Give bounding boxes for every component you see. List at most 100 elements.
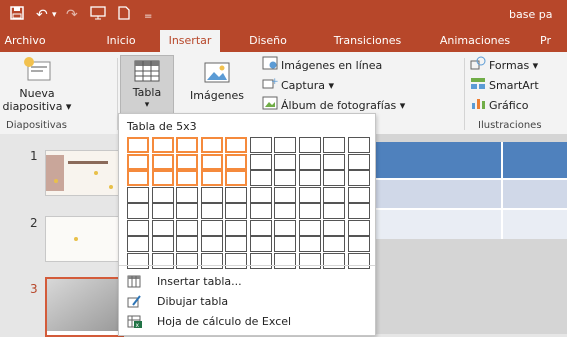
table-grid-cell[interactable] (151, 170, 174, 186)
table-grid-cell[interactable] (225, 203, 247, 219)
table-grid-cell[interactable] (347, 186, 370, 203)
save-icon[interactable] (10, 6, 24, 25)
shapes-button[interactable]: Formas ▾ (470, 56, 538, 74)
tab-archivo[interactable]: Archivo (0, 30, 50, 52)
screenshot-button[interactable]: + Captura ▾ (262, 76, 334, 94)
table-grid-cell[interactable] (127, 137, 149, 153)
table-grid-cell[interactable] (200, 236, 223, 252)
new-slide-button[interactable]: Nueva diapositiva ▾ (2, 56, 72, 113)
table-grid-cell[interactable] (225, 252, 247, 269)
table-grid-cell[interactable] (151, 219, 174, 236)
new-icon[interactable] (118, 6, 130, 25)
table-grid-cell[interactable] (347, 170, 370, 186)
tab-presentacion[interactable]: Pr (540, 30, 567, 52)
table-grid-cell[interactable] (151, 203, 174, 219)
table-grid-cell[interactable] (200, 186, 223, 203)
table-grid-cell[interactable] (176, 186, 198, 203)
tab-animaciones[interactable]: Animaciones (430, 30, 520, 52)
table-grid-cell[interactable] (347, 203, 370, 219)
excel-spreadsheet-menu-item[interactable]: x Hoja de cálculo de Excel (119, 312, 375, 332)
table-grid-cell[interactable] (298, 137, 321, 153)
slide-thumbnail-3[interactable] (45, 277, 124, 337)
table-grid-cell[interactable] (225, 153, 247, 170)
table-grid-cell[interactable] (323, 137, 345, 153)
table-grid-cell[interactable] (249, 137, 272, 153)
table-grid-cell[interactable] (200, 153, 223, 170)
table-grid-cell[interactable] (249, 252, 272, 269)
slideshow-icon[interactable] (90, 6, 106, 25)
table-grid-cell[interactable] (298, 236, 321, 252)
table-grid-cell[interactable] (274, 137, 296, 153)
table-grid-cell[interactable] (323, 252, 345, 269)
table-grid-cell[interactable] (127, 170, 149, 186)
table-grid-cell[interactable] (225, 236, 247, 252)
slide-thumbnail-2[interactable] (45, 216, 122, 262)
images-button[interactable]: Imágenes (186, 58, 248, 102)
table-grid-cell[interactable] (323, 170, 345, 186)
table-grid-cell[interactable] (151, 252, 174, 269)
online-images-button[interactable]: Imágenes en línea (262, 56, 382, 74)
table-grid-cell[interactable] (249, 153, 272, 170)
table-grid-cell[interactable] (323, 153, 345, 170)
smartart-button[interactable]: SmartArt (470, 76, 539, 94)
table-grid-cell[interactable] (127, 153, 149, 170)
table-grid-cell[interactable] (225, 186, 247, 203)
table-grid-cell[interactable] (176, 170, 198, 186)
table-grid-cell[interactable] (176, 153, 198, 170)
table-grid-cell[interactable] (200, 170, 223, 186)
table-grid-cell[interactable] (323, 203, 345, 219)
slide-thumbnail-1[interactable] (45, 150, 122, 196)
table-grid-cell[interactable] (225, 137, 247, 153)
table-grid-cell[interactable] (347, 219, 370, 236)
chart-button[interactable]: Gráfico (470, 96, 529, 114)
table-grid-cell[interactable] (347, 236, 370, 252)
table-grid-cell[interactable] (347, 137, 370, 153)
tab-transiciones[interactable]: Transiciones (320, 30, 415, 52)
tab-diseno[interactable]: Diseño (243, 30, 293, 52)
table-grid-cell[interactable] (225, 219, 247, 236)
redo-icon[interactable]: ↷ (66, 6, 78, 24)
table-grid-cell[interactable] (127, 186, 149, 203)
table-grid-cell[interactable] (127, 236, 149, 252)
table-grid-cell[interactable] (298, 153, 321, 170)
table-grid-cell[interactable] (151, 236, 174, 252)
table-grid-cell[interactable] (249, 170, 272, 186)
table-grid-cell[interactable] (176, 219, 198, 236)
table-grid-cell[interactable] (200, 137, 223, 153)
table-grid-cell[interactable] (151, 153, 174, 170)
draw-table-menu-item[interactable]: Dibujar tabla (119, 292, 375, 312)
table-grid-cell[interactable] (127, 252, 149, 269)
table-grid-cell[interactable] (274, 203, 296, 219)
table-grid-cell[interactable] (127, 203, 149, 219)
table-grid-cell[interactable] (298, 219, 321, 236)
table-grid-cell[interactable] (274, 252, 296, 269)
table-grid-cell[interactable] (323, 236, 345, 252)
table-grid-cell[interactable] (200, 219, 223, 236)
undo-icon[interactable]: ↶ (36, 6, 48, 24)
table-grid-cell[interactable] (274, 153, 296, 170)
photo-album-button[interactable]: Álbum de fotografías ▾ (262, 96, 405, 114)
undo-dropdown-icon[interactable]: ▾ (52, 6, 57, 24)
customize-icon[interactable]: = (144, 8, 152, 26)
table-grid-cell[interactable] (274, 186, 296, 203)
table-button[interactable]: Tabla ▾ (120, 55, 174, 115)
slide-canvas[interactable] (372, 134, 567, 334)
table-grid-cell[interactable] (298, 203, 321, 219)
table-grid-cell[interactable] (176, 137, 198, 153)
insert-table-menu-item[interactable]: Insertar tabla... (119, 272, 375, 292)
table-grid-cell[interactable] (176, 203, 198, 219)
table-grid-cell[interactable] (347, 153, 370, 170)
table-grid-cell[interactable] (200, 203, 223, 219)
table-grid-cell[interactable] (323, 186, 345, 203)
table-grid-cell[interactable] (249, 236, 272, 252)
table-grid-cell[interactable] (127, 219, 149, 236)
table-grid-cell[interactable] (225, 170, 247, 186)
table-grid-cell[interactable] (298, 252, 321, 269)
table-grid-cell[interactable] (298, 186, 321, 203)
table-grid-cell[interactable] (274, 219, 296, 236)
table-grid-cell[interactable] (249, 219, 272, 236)
tab-inicio[interactable]: Inicio (100, 30, 142, 52)
table-grid-cell[interactable] (151, 137, 174, 153)
table-grid-cell[interactable] (200, 252, 223, 269)
table-grid-cell[interactable] (249, 186, 272, 203)
